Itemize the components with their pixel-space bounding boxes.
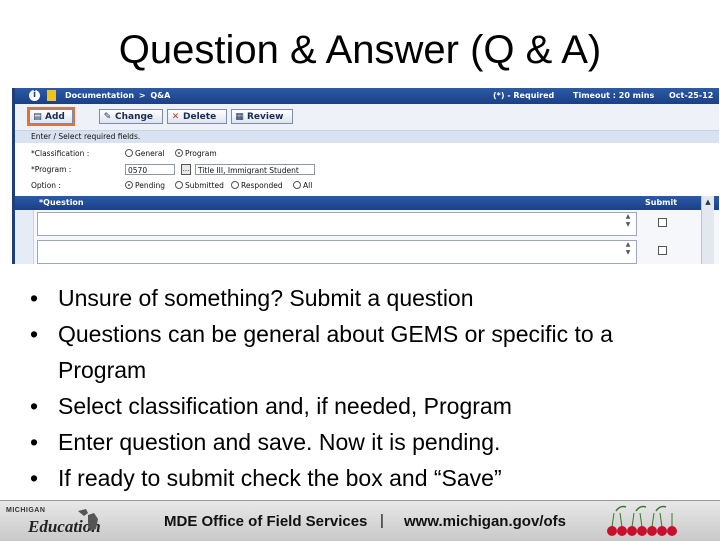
logo-state-text: MICHIGAN (6, 507, 46, 514)
bullet-text: Select classification and, if needed, Pr… (58, 393, 512, 419)
general-label: General (135, 149, 165, 158)
radio-selected-icon[interactable] (175, 149, 183, 157)
row-selector[interactable] (15, 238, 34, 264)
all-label: All (303, 181, 313, 190)
toolbar: ▤ Add ✎ Change ✕ Delete ▦ Review (15, 104, 719, 131)
info-icon[interactable]: i (29, 90, 40, 101)
bullet-item: • Enter question and save. Now it is pend… (28, 424, 698, 460)
classification-program-option[interactable]: Program (175, 149, 217, 158)
program-lookup-button[interactable]: ... (181, 164, 191, 175)
book-icon[interactable] (47, 90, 56, 101)
submit-column-header[interactable]: Submit (645, 196, 677, 210)
question-textarea[interactable] (37, 240, 637, 264)
bullet-icon: • (30, 465, 39, 491)
michigan-state-icon (78, 509, 98, 531)
submit-checkbox[interactable] (658, 218, 667, 227)
option-row: Option : Pending Submitted Responded All (15, 178, 719, 194)
program-label: *Program : (31, 165, 72, 174)
option-label: Option : (31, 181, 61, 190)
bullet-icon: • (30, 393, 39, 419)
radio-icon[interactable] (293, 181, 301, 189)
breadcrumb-separator: > (138, 91, 146, 100)
add-icon: ▤ (33, 112, 42, 122)
radio-icon[interactable] (231, 181, 239, 189)
question-row: ▲ ▼ (15, 210, 719, 239)
bullet-icon: • (30, 429, 39, 455)
pending-label: Pending (135, 181, 165, 190)
submit-checkbox[interactable] (658, 246, 667, 255)
question-textarea[interactable] (37, 212, 637, 236)
bullet-icon: • (30, 321, 39, 347)
radio-icon[interactable] (125, 149, 133, 157)
radio-selected-icon[interactable] (125, 181, 133, 189)
app-topbar: i Documentation > Q&A (*) - Required Tim… (15, 88, 719, 104)
scroll-up-icon[interactable]: ▲ (704, 198, 712, 206)
footer-separator: | (380, 512, 384, 529)
breadcrumb: Documentation > Q&A (65, 91, 172, 100)
question-grid-header: *Question Submit (15, 196, 719, 210)
bullet-text: Unsure of something? Submit a question (58, 285, 474, 311)
office-url[interactable]: www.michigan.gov/ofs (404, 513, 566, 530)
current-date: Oct-25-12 (669, 91, 714, 100)
submitted-label: Submitted (185, 181, 224, 190)
bullet-text: If ready to submit check the box and “Sa… (58, 465, 502, 491)
row-selector[interactable] (15, 210, 34, 238)
responded-label: Responded (241, 181, 283, 190)
bullet-list: • Unsure of something? Submit a question … (28, 280, 698, 496)
required-note: (*) - Required (493, 91, 555, 100)
change-label: Change (115, 112, 154, 122)
michigan-education-logo: MICHIGAN Education (4, 507, 114, 537)
bullet-item: • Unsure of something? Submit a question (28, 280, 698, 316)
add-button[interactable]: ▤ Add (27, 107, 75, 126)
delete-label: Delete (183, 112, 217, 122)
question-row: ▲ ▼ (15, 238, 719, 264)
option-pending[interactable]: Pending (125, 181, 165, 190)
question-column-header[interactable]: *Question (39, 196, 84, 210)
option-responded[interactable]: Responded (231, 181, 283, 190)
radio-icon[interactable] (175, 181, 183, 189)
program-name-field: Title III, Immigrant Student (195, 164, 315, 175)
textarea-scroll-arrows-icon[interactable]: ▲ ▼ (623, 213, 633, 235)
add-label: Add (45, 112, 65, 122)
cherries-icon (607, 505, 677, 536)
review-button[interactable]: ▦ Review (231, 109, 293, 124)
program-row: *Program : 0570 ... Title III, Immigrant… (15, 162, 719, 178)
bullet-icon: • (30, 285, 39, 311)
pencil-icon: ✎ (103, 112, 112, 122)
bullet-item: • Select classification and, if needed, P… (28, 388, 698, 424)
session-timeout: Timeout : 20 mins (573, 91, 655, 100)
review-icon: ▦ (235, 112, 244, 122)
slide-footer: MICHIGAN Education MDE Office of Field S… (0, 500, 720, 541)
delete-button[interactable]: ✕ Delete (167, 109, 227, 124)
classification-general-option[interactable]: General (125, 149, 165, 158)
grid-scrollbar[interactable]: ▲ (701, 196, 714, 264)
textarea-scroll-arrows-icon[interactable]: ▲ ▼ (623, 241, 633, 263)
form-instructions: Enter / Select required fields. (15, 131, 719, 143)
gems-qa-screenshot: i Documentation > Q&A (*) - Required Tim… (12, 88, 719, 264)
change-button[interactable]: ✎ Change (99, 109, 163, 124)
bullet-text: Enter question and save. Now it is pendi… (58, 429, 501, 455)
bullet-item: • Questions can be general about GEMS or … (28, 316, 698, 388)
bullet-text: Questions can be general about GEMS or s… (58, 321, 613, 383)
option-submitted[interactable]: Submitted (175, 181, 224, 190)
review-label: Review (247, 112, 284, 122)
delete-icon: ✕ (171, 112, 180, 122)
breadcrumb-qa: Q&A (150, 91, 171, 100)
slide-title: Question & Answer (Q & A) (118, 28, 602, 72)
classification-label: *Classification : (31, 149, 90, 158)
office-name: MDE Office of Field Services (164, 513, 368, 530)
option-all[interactable]: All (293, 181, 312, 190)
bullet-item: • If ready to submit check the box and “S… (28, 460, 698, 496)
program-option-label: Program (185, 149, 217, 158)
program-code-field[interactable]: 0570 (125, 164, 175, 175)
breadcrumb-documentation[interactable]: Documentation (65, 91, 134, 100)
classification-row: *Classification : General Program (15, 146, 719, 162)
